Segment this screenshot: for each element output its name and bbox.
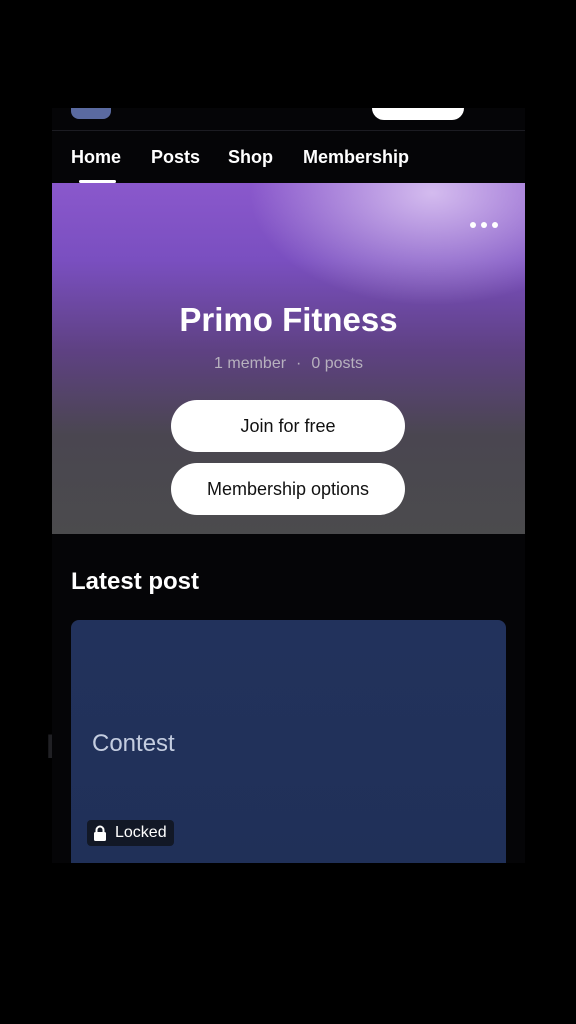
- creator-stats: 1 member · 0 posts: [52, 355, 525, 373]
- tab-home[interactable]: Home: [71, 147, 121, 168]
- more-options-icon[interactable]: [470, 219, 498, 231]
- locked-label: Locked: [115, 824, 167, 841]
- app-screen: Home Posts Shop Membership Primo Fitness…: [52, 108, 525, 863]
- latest-post-heading: Latest post: [71, 568, 200, 595]
- latest-post-card[interactable]: Contest Locked: [71, 620, 506, 863]
- member-count: 1 member: [214, 355, 287, 372]
- post-count: 0 posts: [311, 355, 363, 372]
- status-indicator-right: [372, 108, 464, 120]
- tab-shop[interactable]: Shop: [228, 147, 273, 168]
- status-indicator-left: [71, 108, 111, 119]
- tab-membership[interactable]: Membership: [303, 147, 409, 168]
- post-title: Contest: [92, 730, 175, 757]
- tab-posts[interactable]: Posts: [151, 147, 200, 168]
- top-nav-tabs: Home Posts Shop Membership: [52, 131, 525, 183]
- stats-separator: ·: [296, 355, 302, 372]
- join-for-free-button[interactable]: Join for free: [171, 400, 405, 452]
- status-bar: [52, 108, 525, 131]
- lock-icon: [94, 825, 106, 841]
- locked-badge: Locked: [87, 820, 174, 846]
- page-title: Primo Fitness: [179, 301, 398, 338]
- membership-options-button[interactable]: Membership options: [171, 463, 405, 515]
- creator-header: Primo Fitness 1 member · 0 posts Join for …: [52, 183, 525, 534]
